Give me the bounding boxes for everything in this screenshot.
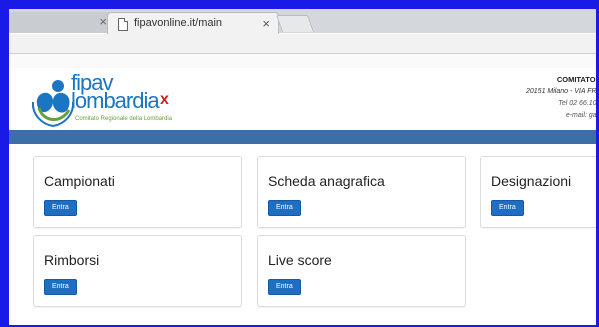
new-tab-button[interactable]: [275, 15, 315, 32]
phone: Tel 02 66.10.50.93: [558, 100, 596, 107]
logo-tagline: Comitato Regionale della Lombardia: [75, 116, 173, 122]
organization-name: COMITATO REGI: [556, 75, 596, 84]
entra-button[interactable]: Entra: [44, 279, 77, 295]
address: 20151 Milano - VIA FRANCE: [526, 88, 596, 95]
tab-previous[interactable]: ×: [9, 12, 111, 33]
card-designazioni: Designazioni Entra: [480, 156, 596, 228]
fipav-logo-icon[interactable]: [31, 78, 75, 130]
card-title: Live score: [268, 252, 332, 268]
close-tab-icon[interactable]: ×: [99, 14, 107, 29]
email[interactable]: e-mail: gare.lom: [526, 110, 596, 122]
card-scheda-anagrafica: Scheda anagrafica Entra: [257, 156, 466, 228]
tab-bar: × fipavonline.it/main ×: [9, 9, 596, 35]
card-campionati: Campionati Entra: [33, 156, 242, 228]
card-title: Designazioni: [491, 173, 572, 189]
close-tab-icon[interactable]: ×: [262, 16, 270, 31]
card-title: Scheda anagrafica: [268, 173, 385, 189]
entra-button[interactable]: Entra: [268, 279, 301, 295]
page-top-strip: [9, 54, 596, 68]
logo-text-lombardia: lombardia: [71, 88, 160, 113]
entra-button[interactable]: Entra: [491, 200, 524, 216]
entra-button[interactable]: Entra: [44, 200, 77, 216]
card-live-score: Live score Entra: [257, 235, 466, 307]
nav-bar: [9, 130, 596, 144]
logo-x-mark: x: [160, 91, 169, 108]
tab-active[interactable]: fipavonline.it/main ×: [107, 12, 279, 35]
address-bar[interactable]: [9, 34, 596, 54]
main-content: Campionati Entra Scheda anagrafica Entra…: [9, 144, 596, 325]
page-icon: [118, 18, 128, 31]
card-title: Rimborsi: [44, 252, 100, 268]
tab-title: fipavonline.it/main: [134, 17, 223, 29]
contact-info: COMITATO REGI 20151 Milano - VIA FRANCE …: [526, 74, 596, 122]
site-header: fipav lombardia x Comitato Regionale del…: [9, 68, 596, 130]
card-title: Campionati: [44, 173, 115, 189]
card-rimborsi: Rimborsi Entra: [33, 235, 242, 307]
entra-button[interactable]: Entra: [268, 200, 301, 216]
browser-window: × fipavonline.it/main × fipav lombardia …: [9, 9, 596, 325]
